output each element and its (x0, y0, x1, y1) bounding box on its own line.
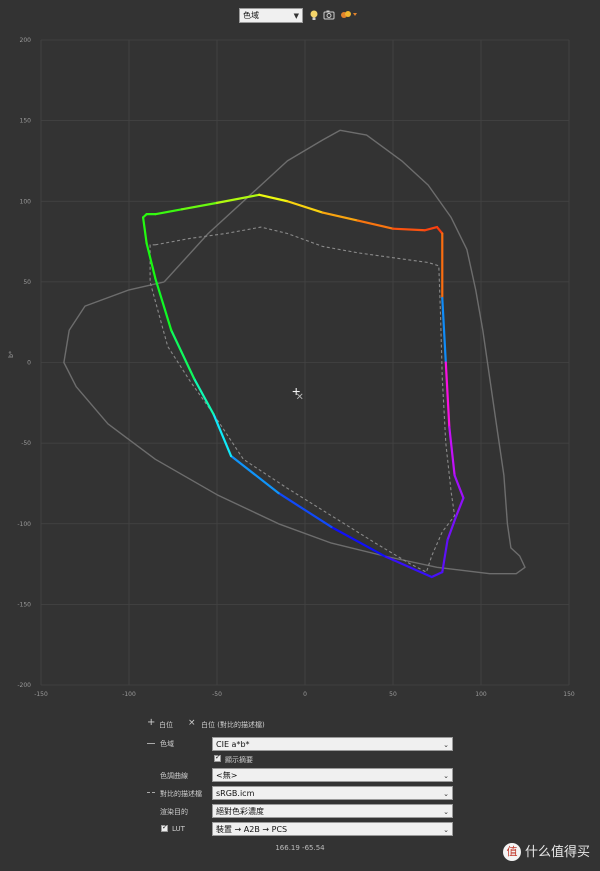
device-gamut-segment (330, 525, 386, 558)
y-tick-label: -150 (17, 601, 31, 608)
gamut-select[interactable]: CIE a*b* ⌄ (212, 737, 453, 751)
tone-curve-select-value: <無> (216, 771, 238, 780)
chevron-down-icon: ⌄ (443, 808, 449, 816)
gamut-chart: -150 -100 -50 0 50 100 150 200 150 100 50 0 -50 -100 -… (8, 37, 575, 698)
lut-label: LUT (172, 825, 185, 833)
tick-labels: -150 -100 -50 0 50 100 150 200 150 100 50 0 -50 -100 -… (17, 37, 575, 698)
intent-label: 渲染目的 (160, 808, 188, 816)
device-gamut-segment (193, 377, 215, 416)
device-gamut-segment (180, 201, 219, 211)
x-tick-label: 0 (303, 691, 307, 698)
marker-group (292, 388, 303, 400)
x-tick-label: 100 (475, 691, 487, 698)
plus-icon: + (147, 717, 156, 728)
intent-select[interactable]: 絕對色彩濃度 ⌄ (212, 804, 453, 818)
show-summary-label: 顯示摘要 (225, 756, 253, 764)
watermark-text: 什么值得买 (524, 844, 590, 860)
device-gamut-segment (441, 538, 449, 574)
device-gamut-segment (145, 242, 157, 280)
device-gamut-segment (356, 219, 395, 230)
device-gamut-segment (154, 208, 183, 216)
device-gamut-segment (448, 425, 456, 477)
chevron-down-icon: ⌄ (443, 741, 449, 749)
device-gamut-segment (435, 225, 444, 235)
x-tick-label: -100 (122, 691, 136, 698)
device-gamut-segment (391, 227, 426, 232)
device-gamut-segment (170, 329, 196, 380)
device-gamut-segment (212, 413, 233, 458)
device-gamut-segment (441, 296, 447, 364)
y-tick-label: -50 (21, 440, 31, 447)
y-tick-label: 0 (27, 360, 31, 367)
compare-profile-line (149, 226, 456, 573)
gamut-select-value: CIE a*b* (216, 740, 250, 749)
cross-icon: × (188, 718, 196, 728)
grid (40, 39, 570, 686)
device-gamut-segment (154, 277, 173, 332)
compare-profile-label: 對比的描述檔 (160, 790, 202, 798)
x-tick-label: 150 (563, 691, 575, 698)
intent-select-value: 絕對色彩濃度 (216, 807, 264, 816)
lut-checkbox[interactable] (161, 823, 168, 832)
lut-select[interactable]: 裝置 → A2B → PCS ⌄ (212, 822, 453, 836)
tone-curve-label: 色調曲線 (160, 772, 188, 780)
device-gamut-segment (423, 225, 439, 232)
watermark-badge: 值 (502, 843, 521, 861)
device-gamut-segment (141, 216, 148, 245)
x-tick-label: -150 (34, 691, 48, 698)
device-gamut-segment (383, 554, 433, 579)
compare-profile-select[interactable]: sRGB.icm ⌄ (212, 786, 453, 800)
y-axis-label: b* (8, 351, 15, 358)
y-tick-label: -100 (17, 521, 31, 528)
series-group (63, 129, 526, 579)
white-point-compare-label: 白位 (對比的描述檔) (201, 721, 265, 729)
device-gamut-segment (229, 454, 280, 495)
device-gamut-segment (321, 211, 359, 222)
device-gamut-segment (453, 474, 465, 500)
dashed-line-swatch (147, 792, 155, 793)
x-tick-label: 50 (389, 691, 397, 698)
device-gamut-segment (141, 213, 148, 219)
y-tick-label: 150 (20, 118, 32, 125)
chevron-down-icon: ⌄ (443, 790, 449, 798)
y-tick-label: 100 (20, 198, 32, 205)
tone-curve-select[interactable]: <無> ⌄ (212, 768, 453, 782)
lut-select-value: 裝置 → A2B → PCS (216, 825, 288, 834)
compare-profile-select-value: sRGB.icm (216, 789, 255, 798)
solid-line-swatch (147, 743, 155, 744)
device-gamut-segment (455, 496, 465, 517)
chevron-down-icon: ⌄ (443, 772, 449, 780)
reference-gamut-line (63, 129, 526, 575)
watermark: 值什么值得买 (502, 841, 590, 861)
white-point-label: 白位 (159, 721, 173, 729)
chevron-down-icon: ⌄ (443, 826, 449, 834)
y-tick-label: 200 (20, 37, 32, 44)
device-gamut-segment (430, 571, 444, 579)
device-gamut-segment (444, 361, 451, 429)
gamut-label: 色域 (160, 740, 174, 748)
device-gamut-segment (215, 193, 261, 204)
x-tick-label: -50 (212, 691, 222, 698)
show-summary-checkbox[interactable] (214, 753, 221, 762)
device-gamut-segment (258, 193, 289, 203)
y-tick-label: 50 (23, 279, 31, 286)
y-tick-label: -200 (17, 682, 31, 689)
